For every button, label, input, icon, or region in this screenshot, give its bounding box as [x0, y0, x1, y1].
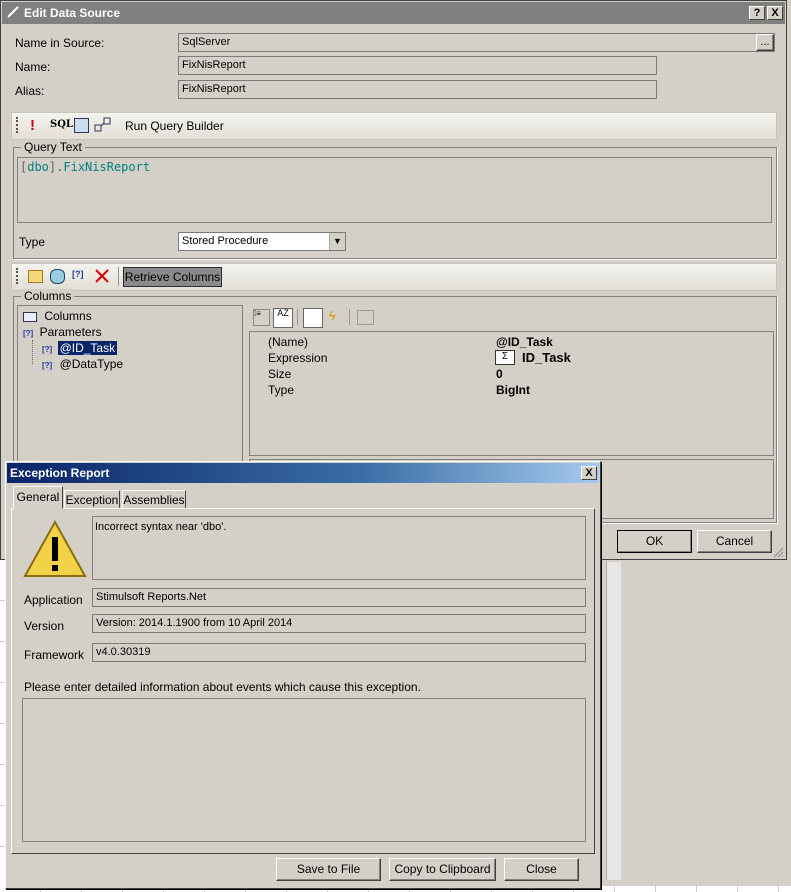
new-calculated-column-icon[interactable]: [50, 269, 65, 284]
close-button[interactable]: X: [767, 6, 783, 20]
sigma-icon[interactable]: Σ: [495, 350, 515, 365]
chevron-down-icon[interactable]: ▼: [329, 233, 345, 250]
parameter-icon: [?]: [42, 361, 53, 370]
browse-button[interactable]: ...: [756, 34, 774, 51]
property-value-expression[interactable]: ID_Task: [522, 350, 571, 365]
background-scrollbar[interactable]: [606, 562, 621, 880]
parameters-icon: [?]: [23, 329, 34, 338]
query-schema: dbo: [27, 160, 49, 174]
alias-field[interactable]: FixNisReport: [178, 80, 657, 99]
resize-grip-icon[interactable]: [772, 546, 784, 561]
retrieve-columns-button[interactable]: Retrieve Columns: [123, 267, 222, 287]
property-pages-icon[interactable]: [357, 310, 374, 325]
execute-icon[interactable]: !: [30, 117, 35, 134]
property-name-type: Type: [268, 383, 295, 397]
toolbar-separator: [349, 309, 350, 325]
tree-item-columns-label: Columns: [44, 309, 92, 323]
query-text-editor[interactable]: [dbo].FixNisReport: [17, 157, 772, 223]
version-field[interactable]: Version: 2014.1.1900 from 10 April 2014: [92, 614, 586, 633]
tree-item-datatype[interactable]: [?] @DataType: [42, 357, 123, 371]
property-grid-toolbar: ⁞≡ AZ ϟ: [249, 306, 773, 330]
tab-panel-general: Incorrect syntax near 'dbo'. Application…: [11, 508, 595, 854]
columns-tree[interactable]: Columns [?] Parameters [?] @ID_Task [?] …: [17, 305, 243, 475]
new-parameter-icon[interactable]: [?]: [72, 269, 84, 279]
exception-dialog-title: Exception Report: [10, 466, 110, 480]
property-value-name[interactable]: @ID_Task: [496, 335, 553, 349]
query-builder-icon[interactable]: [94, 117, 112, 136]
delete-icon[interactable]: [94, 268, 110, 287]
query-preview-icon[interactable]: [74, 118, 89, 133]
query-object: .FixNisReport: [56, 160, 151, 174]
exception-message-box[interactable]: Incorrect syntax near 'dbo'.: [92, 516, 586, 580]
name-in-source-label: Name in Source:: [15, 36, 105, 50]
tree-item-columns[interactable]: Columns: [23, 309, 92, 323]
tree-item-datatype-label: @DataType: [59, 357, 124, 371]
version-label: Version: [24, 619, 65, 633]
framework-field[interactable]: v4.0.30319: [92, 643, 586, 662]
framework-label: Framework: [24, 648, 85, 662]
sql-icon[interactable]: SQL: [50, 119, 73, 130]
run-query-builder-button[interactable]: Run Query Builder: [125, 119, 224, 133]
table-icon: [23, 311, 37, 322]
toolbar-grip[interactable]: [16, 268, 21, 284]
name-in-source-field[interactable]: SqlServer: [178, 33, 775, 52]
columns-toolbar: [?] Retrieve Columns: [11, 263, 777, 291]
tree-item-id-task-label: @ID_Task: [57, 341, 118, 355]
ok-button[interactable]: OK: [617, 530, 692, 553]
alias-label: Alias:: [15, 84, 45, 98]
tab-assemblies[interactable]: Assemblies: [122, 490, 186, 509]
name-field[interactable]: FixNisReport: [178, 56, 657, 75]
tab-general[interactable]: General: [13, 486, 63, 509]
query-text-group-label: Query Text: [21, 140, 85, 154]
save-to-file-button[interactable]: Save to File: [276, 858, 381, 881]
events-icon[interactable]: ϟ: [329, 309, 335, 323]
parameter-icon: [?]: [42, 345, 53, 354]
name-label: Name:: [15, 60, 51, 74]
property-name-name: (Name): [268, 335, 309, 349]
columns-group-label: Columns: [21, 289, 75, 303]
property-value-type[interactable]: BigInt: [496, 383, 530, 397]
type-select-value: Stored Procedure: [182, 235, 269, 247]
property-value-size[interactable]: 0: [496, 367, 503, 381]
exception-dialog-titlebar[interactable]: Exception Report X: [7, 463, 599, 483]
property-name-expression: Expression: [268, 351, 328, 365]
new-column-icon[interactable]: [28, 270, 43, 283]
toolbar-separator: [297, 309, 298, 325]
toolbar-grip[interactable]: [16, 117, 21, 133]
query-toolbar: ! SQL Run Query Builder: [11, 112, 777, 140]
type-label: Type: [19, 235, 46, 249]
sort-alphabetical-icon[interactable]: AZ: [273, 308, 293, 328]
type-select[interactable]: Stored Procedure ▼: [178, 232, 346, 251]
edit-dialog-title: Edit Data Source: [24, 6, 121, 20]
property-grid[interactable]: (Name) @ID_Task Expression Σ ID_Task Siz…: [249, 331, 774, 456]
exception-report-dialog: Exception Report X General Exception Ass…: [5, 461, 601, 889]
application-label: Application: [24, 593, 83, 607]
tree-item-parameters-label: Parameters: [39, 325, 102, 339]
application-field[interactable]: Stimulsoft Reports.Net: [92, 588, 586, 607]
pencil-icon: [6, 5, 20, 19]
tree-item-id-task[interactable]: [?] @ID_Task: [42, 341, 118, 355]
details-textarea[interactable]: [22, 698, 586, 842]
tree-item-parameters[interactable]: [?] Parameters: [23, 325, 102, 339]
copy-to-clipboard-button[interactable]: Copy to Clipboard: [389, 858, 496, 881]
cancel-button[interactable]: Cancel: [697, 530, 772, 553]
edit-dialog-titlebar[interactable]: Edit Data Source ? X: [2, 2, 785, 24]
categorized-icon[interactable]: ⁞≡: [253, 309, 270, 326]
help-button[interactable]: ?: [749, 6, 765, 20]
instructions-text: Please enter detailed information about …: [24, 680, 421, 694]
warning-icon: [23, 519, 87, 582]
tab-exception[interactable]: Exception: [64, 490, 120, 509]
toolbar-separator: [118, 267, 119, 286]
exception-close-button[interactable]: X: [581, 466, 597, 480]
close-button[interactable]: Close: [504, 858, 579, 881]
properties-icon[interactable]: [303, 308, 323, 328]
property-name-size: Size: [268, 367, 292, 381]
